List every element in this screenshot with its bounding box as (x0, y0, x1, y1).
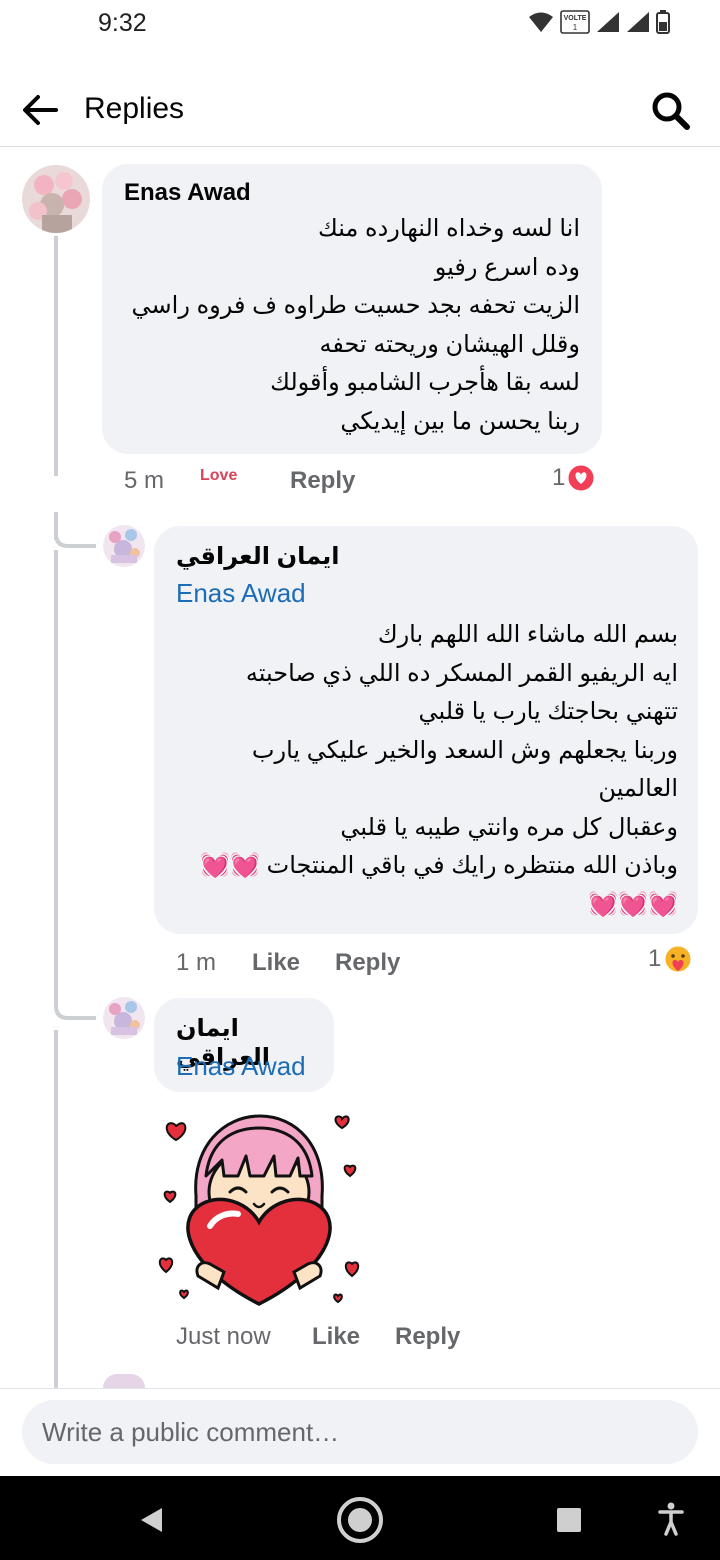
avatar-image (103, 997, 145, 1039)
nav-back-icon[interactable] (138, 1506, 164, 1534)
comment-line: الزيت تحفه بجد حسيت طراوه ف فروه راسي (131, 292, 580, 319)
comment-bubble-3[interactable]: ايمان العراقي Enas Awad (154, 998, 334, 1092)
comment-bubble-1[interactable]: Enas Awad انا لسه وخداه النهارده منك وده… (102, 164, 602, 454)
comment-timestamp: Just now (176, 1323, 271, 1350)
back-arrow-icon (23, 95, 58, 125)
signal-icon-2 (627, 12, 649, 32)
comment-line: ربنا يحسن ما بين إيديكي (340, 407, 580, 435)
page-title: Replies (84, 92, 185, 125)
mention-link[interactable]: Enas Awad (176, 1051, 306, 1082)
comment-input[interactable] (22, 1400, 698, 1464)
nav-recents-icon[interactable] (556, 1507, 582, 1533)
wifi-icon (529, 12, 553, 32)
comment-author[interactable]: ايمان العراقي (176, 542, 339, 571)
search-icon (652, 92, 690, 130)
comment-timestamp: 1 m (176, 949, 217, 976)
avatar-partial (103, 1374, 145, 1388)
comment-line: وباذن الله منتظره رايك في باقي المنتجات … (200, 852, 678, 879)
comment-line: وده اسرع رفيو (434, 253, 580, 281)
care-reaction-icon (664, 945, 692, 973)
accessibility-icon[interactable] (658, 1502, 684, 1536)
comment-line: وربنا يجعلهم وش السعد والخير عليكي يارب (251, 736, 678, 764)
comment-line: وعقبال كل مره وانتي طيبه يا قلبي (340, 813, 678, 841)
battery-icon (656, 10, 670, 34)
reply-button[interactable]: Reply (335, 949, 400, 977)
comment-line: انا لسه وخداه النهارده منك (318, 215, 580, 242)
comment-line: ايه الريفيو القمر المسكر ده اللي ذي صاحب… (245, 659, 678, 687)
sim-label: 1 (573, 23, 578, 32)
reaction-summary[interactable]: 1 (552, 464, 595, 492)
search-button[interactable] (648, 88, 694, 134)
comment-composer (0, 1388, 720, 1477)
avatar-enas-awad[interactable] (22, 165, 90, 233)
avatar-image (103, 525, 145, 567)
avatar-eman-2[interactable] (103, 997, 145, 1039)
reaction-count: 1 (648, 945, 662, 972)
volte-label: VOLTE (564, 15, 587, 22)
system-nav-bar (0, 1476, 720, 1560)
signal-icon (597, 12, 619, 32)
thread-line-reply-2 (54, 1030, 58, 1388)
avatar-eman-1[interactable] (103, 525, 145, 567)
reaction-count: 1 (552, 464, 566, 491)
comment-author[interactable]: Enas Awad (124, 179, 251, 207)
thread-line-main (54, 236, 58, 476)
reply-button[interactable]: Reply (395, 1323, 460, 1351)
volte-icon: VOLTE 1 (560, 10, 590, 34)
reaction-summary[interactable]: 1 (648, 944, 693, 974)
comment-bubble-2[interactable]: ايمان العراقي Enas Awad بسم الله ماشاء ا… (154, 526, 698, 934)
mention-link[interactable]: Enas Awad (176, 578, 306, 609)
nav-home-icon[interactable] (336, 1496, 384, 1544)
love-button[interactable]: Love (200, 467, 237, 485)
like-button[interactable]: Like (252, 949, 300, 977)
header: Replies (0, 70, 720, 147)
comment-body: انا لسه وخداه النهارده منك وده اسرع رفيو… (110, 210, 580, 441)
back-button[interactable] (18, 88, 62, 132)
like-button[interactable]: Like (312, 1323, 360, 1351)
status-icons: VOLTE 1 (528, 10, 670, 34)
comment-line: تتهني بحاجتك يارب يا قلبي (418, 698, 678, 725)
comment-line: وقلل الهيشان وريحته تحفه (319, 330, 580, 358)
status-bar: 9:32 VOLTE 1 (0, 0, 720, 46)
thread-line-reply-1 (54, 550, 58, 980)
avatar-image (22, 165, 90, 233)
status-time: 9:32 (98, 9, 147, 37)
comment-timestamp: 5 m (124, 467, 165, 494)
comment-body: بسم الله ماشاء الله اللهم بارك ايه الريف… (158, 616, 678, 924)
reply-button[interactable]: Reply (290, 467, 355, 495)
reply-label: Reply (290, 467, 356, 494)
heart-reaction-icon (567, 464, 595, 492)
emoji-line: 💓💓💓 (588, 890, 678, 918)
comment-line: لسه بقا هأجرب الشامبو وأقولك (270, 369, 580, 396)
comment-line: العالمين (598, 775, 678, 802)
thread-connector-2 (54, 980, 96, 1020)
thread-connector-1 (54, 512, 96, 548)
comment-line: بسم الله ماشاء الله اللهم بارك (377, 621, 678, 648)
heart-girl-sticker[interactable] (154, 1106, 364, 1308)
